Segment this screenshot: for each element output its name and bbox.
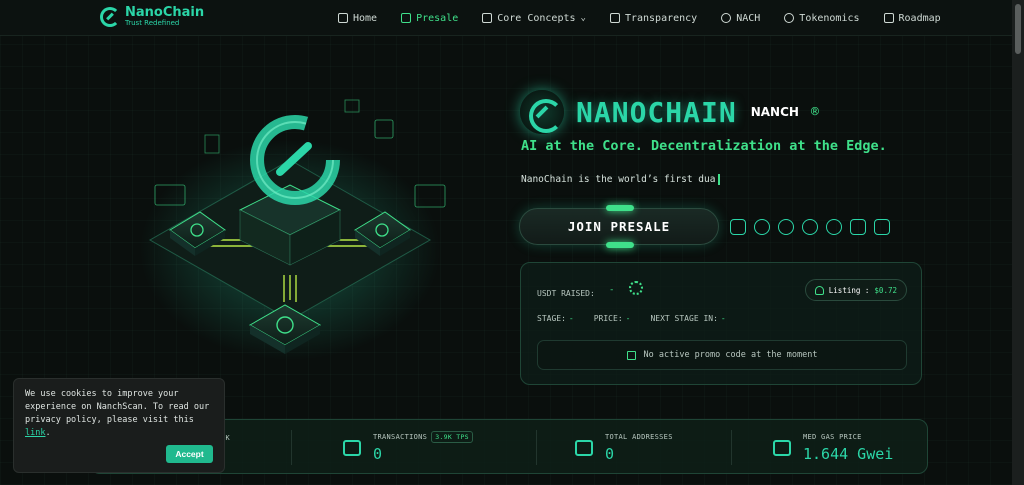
nav-item-presale[interactable]: Presale	[401, 13, 458, 24]
text-caret	[718, 174, 721, 185]
accept-cookies-button[interactable]: Accept	[166, 445, 213, 463]
wallet-icon	[575, 439, 593, 456]
logo-tagline: Trust Redefined	[125, 19, 180, 27]
nav-item-nach[interactable]: NACH	[721, 13, 760, 24]
stage-value: -	[568, 314, 574, 323]
promo-text: No active promo code at the moment	[643, 350, 818, 360]
transactions-value: 0	[373, 444, 383, 463]
transactions-stat: TRANSACTIONS 3.9K TPS 0	[343, 420, 473, 475]
join-presale-button[interactable]: JOIN PRESALE	[519, 205, 719, 248]
nav-item-transparency[interactable]: Transparency	[609, 12, 698, 24]
addresses-stat: TOTAL ADDRESSES 0	[575, 420, 673, 475]
top-navbar: NanoChain Trust Redefined Home Presale C…	[0, 0, 1012, 36]
privacy-link[interactable]: link	[25, 428, 45, 438]
site-logo[interactable]: NanoChain Trust Redefined	[100, 6, 204, 27]
edit-social-icon[interactable]	[874, 219, 890, 235]
hero-typing-text: NanoChain is the world’s first dua	[521, 174, 721, 185]
nach-logo-icon	[721, 13, 732, 23]
gift-icon	[626, 350, 636, 360]
listing-badge: Listing : $0.72	[804, 279, 907, 301]
logo-name: NanoChain	[125, 5, 205, 20]
nav-label: Home	[353, 12, 378, 24]
tps-badge: 3.9K TPS	[431, 430, 473, 443]
hero-ticker: NANCH	[750, 105, 799, 119]
rocket-icon	[814, 285, 824, 295]
nav-item-roadmap[interactable]: Roadmap	[883, 12, 941, 24]
nav-label: Presale	[416, 12, 459, 24]
chevron-down-icon: ⌄	[580, 13, 586, 23]
nav-label: Tokenomics	[799, 12, 860, 24]
next-stage-stat: NEXT STAGE IN: -	[650, 314, 725, 323]
promo-code-box: No active promo code at the moment	[537, 340, 907, 370]
listing-price: $0.72	[874, 285, 897, 295]
next-stage-label: NEXT STAGE IN:	[650, 314, 718, 323]
nav-label: NACH	[736, 12, 761, 24]
addresses-label: TOTAL ADDRESSES	[605, 432, 673, 441]
registered-mark: ®	[810, 104, 819, 120]
robot-social-icon[interactable]	[850, 219, 866, 235]
nav-item-home[interactable]: Home	[338, 13, 377, 24]
divider	[536, 430, 537, 465]
cookie-suffix: .	[45, 428, 51, 438]
cookie-banner: We use cookies to improve your experienc…	[13, 378, 225, 473]
hero-title: NANOCHAIN	[576, 95, 737, 129]
nanochain-logo-icon	[100, 6, 120, 27]
gas-stat: MED GAS PRICE 1.644 Gwei	[773, 420, 893, 475]
scrollbar[interactable]	[1012, 0, 1024, 485]
next-stage-value: -	[720, 314, 726, 323]
nanochain-logo-icon	[520, 90, 564, 134]
divider	[731, 430, 732, 465]
usdt-raised-value: -	[609, 285, 615, 295]
presale-stats-row: STAGE: - PRICE: - NEXT STAGE IN: -	[537, 314, 726, 323]
chart-social-icon[interactable]	[802, 219, 818, 235]
coin-social-icon[interactable]	[754, 219, 770, 235]
gas-label: MED GAS PRICE	[803, 432, 862, 441]
nav-menu: Home Presale Core Concepts ⌄ Transparenc…	[338, 0, 965, 36]
hero-illustration	[140, 99, 446, 360]
usdt-raised-label: USDT RAISED:	[537, 289, 595, 298]
addresses-value: 0	[605, 444, 615, 463]
listing-label: Listing :	[828, 285, 870, 295]
hero-tagline: AI at the Core. Decentralization at the …	[521, 138, 887, 154]
map-icon	[883, 13, 894, 23]
shield-social-icon[interactable]	[730, 219, 746, 235]
nav-label: Roadmap	[898, 12, 941, 24]
shield-icon	[609, 13, 620, 23]
price-stat: PRICE: -	[594, 314, 631, 323]
gas-value: 1.644 Gwei	[803, 444, 894, 463]
fox-social-icon[interactable]	[778, 219, 794, 235]
nav-label: Transparency	[624, 12, 698, 24]
nav-item-core-concepts[interactable]: Core Concepts ⌄	[482, 13, 586, 24]
transactions-label: TRANSACTIONS	[373, 432, 428, 441]
gas-pump-icon	[773, 439, 791, 456]
nav-item-tokenomics[interactable]: Tokenomics	[784, 12, 860, 24]
cookie-text: We use cookies to improve your experienc…	[25, 389, 210, 425]
stage-stat: STAGE: -	[537, 314, 574, 323]
lightning-icon	[401, 13, 412, 23]
typing-text: NanoChain is the world’s first dua	[521, 174, 716, 185]
server-icon	[343, 439, 361, 456]
layers-icon	[482, 13, 493, 23]
nav-label: Core Concepts	[497, 12, 576, 24]
scrollbar-thumb[interactable]	[1015, 4, 1021, 54]
loading-spinner-icon	[629, 281, 643, 295]
home-icon	[338, 13, 348, 23]
social-links	[730, 219, 890, 235]
hero-brand: NANOCHAIN NANCH ®	[520, 90, 819, 134]
price-label: PRICE:	[593, 314, 623, 323]
stage-label: STAGE:	[537, 314, 566, 323]
presale-panel: USDT RAISED: - Listing : $0.72 STAGE: - P…	[520, 262, 922, 385]
price-value: -	[625, 314, 631, 323]
coins-icon	[784, 13, 795, 23]
divider	[291, 430, 292, 465]
globe-social-icon[interactable]	[826, 219, 842, 235]
